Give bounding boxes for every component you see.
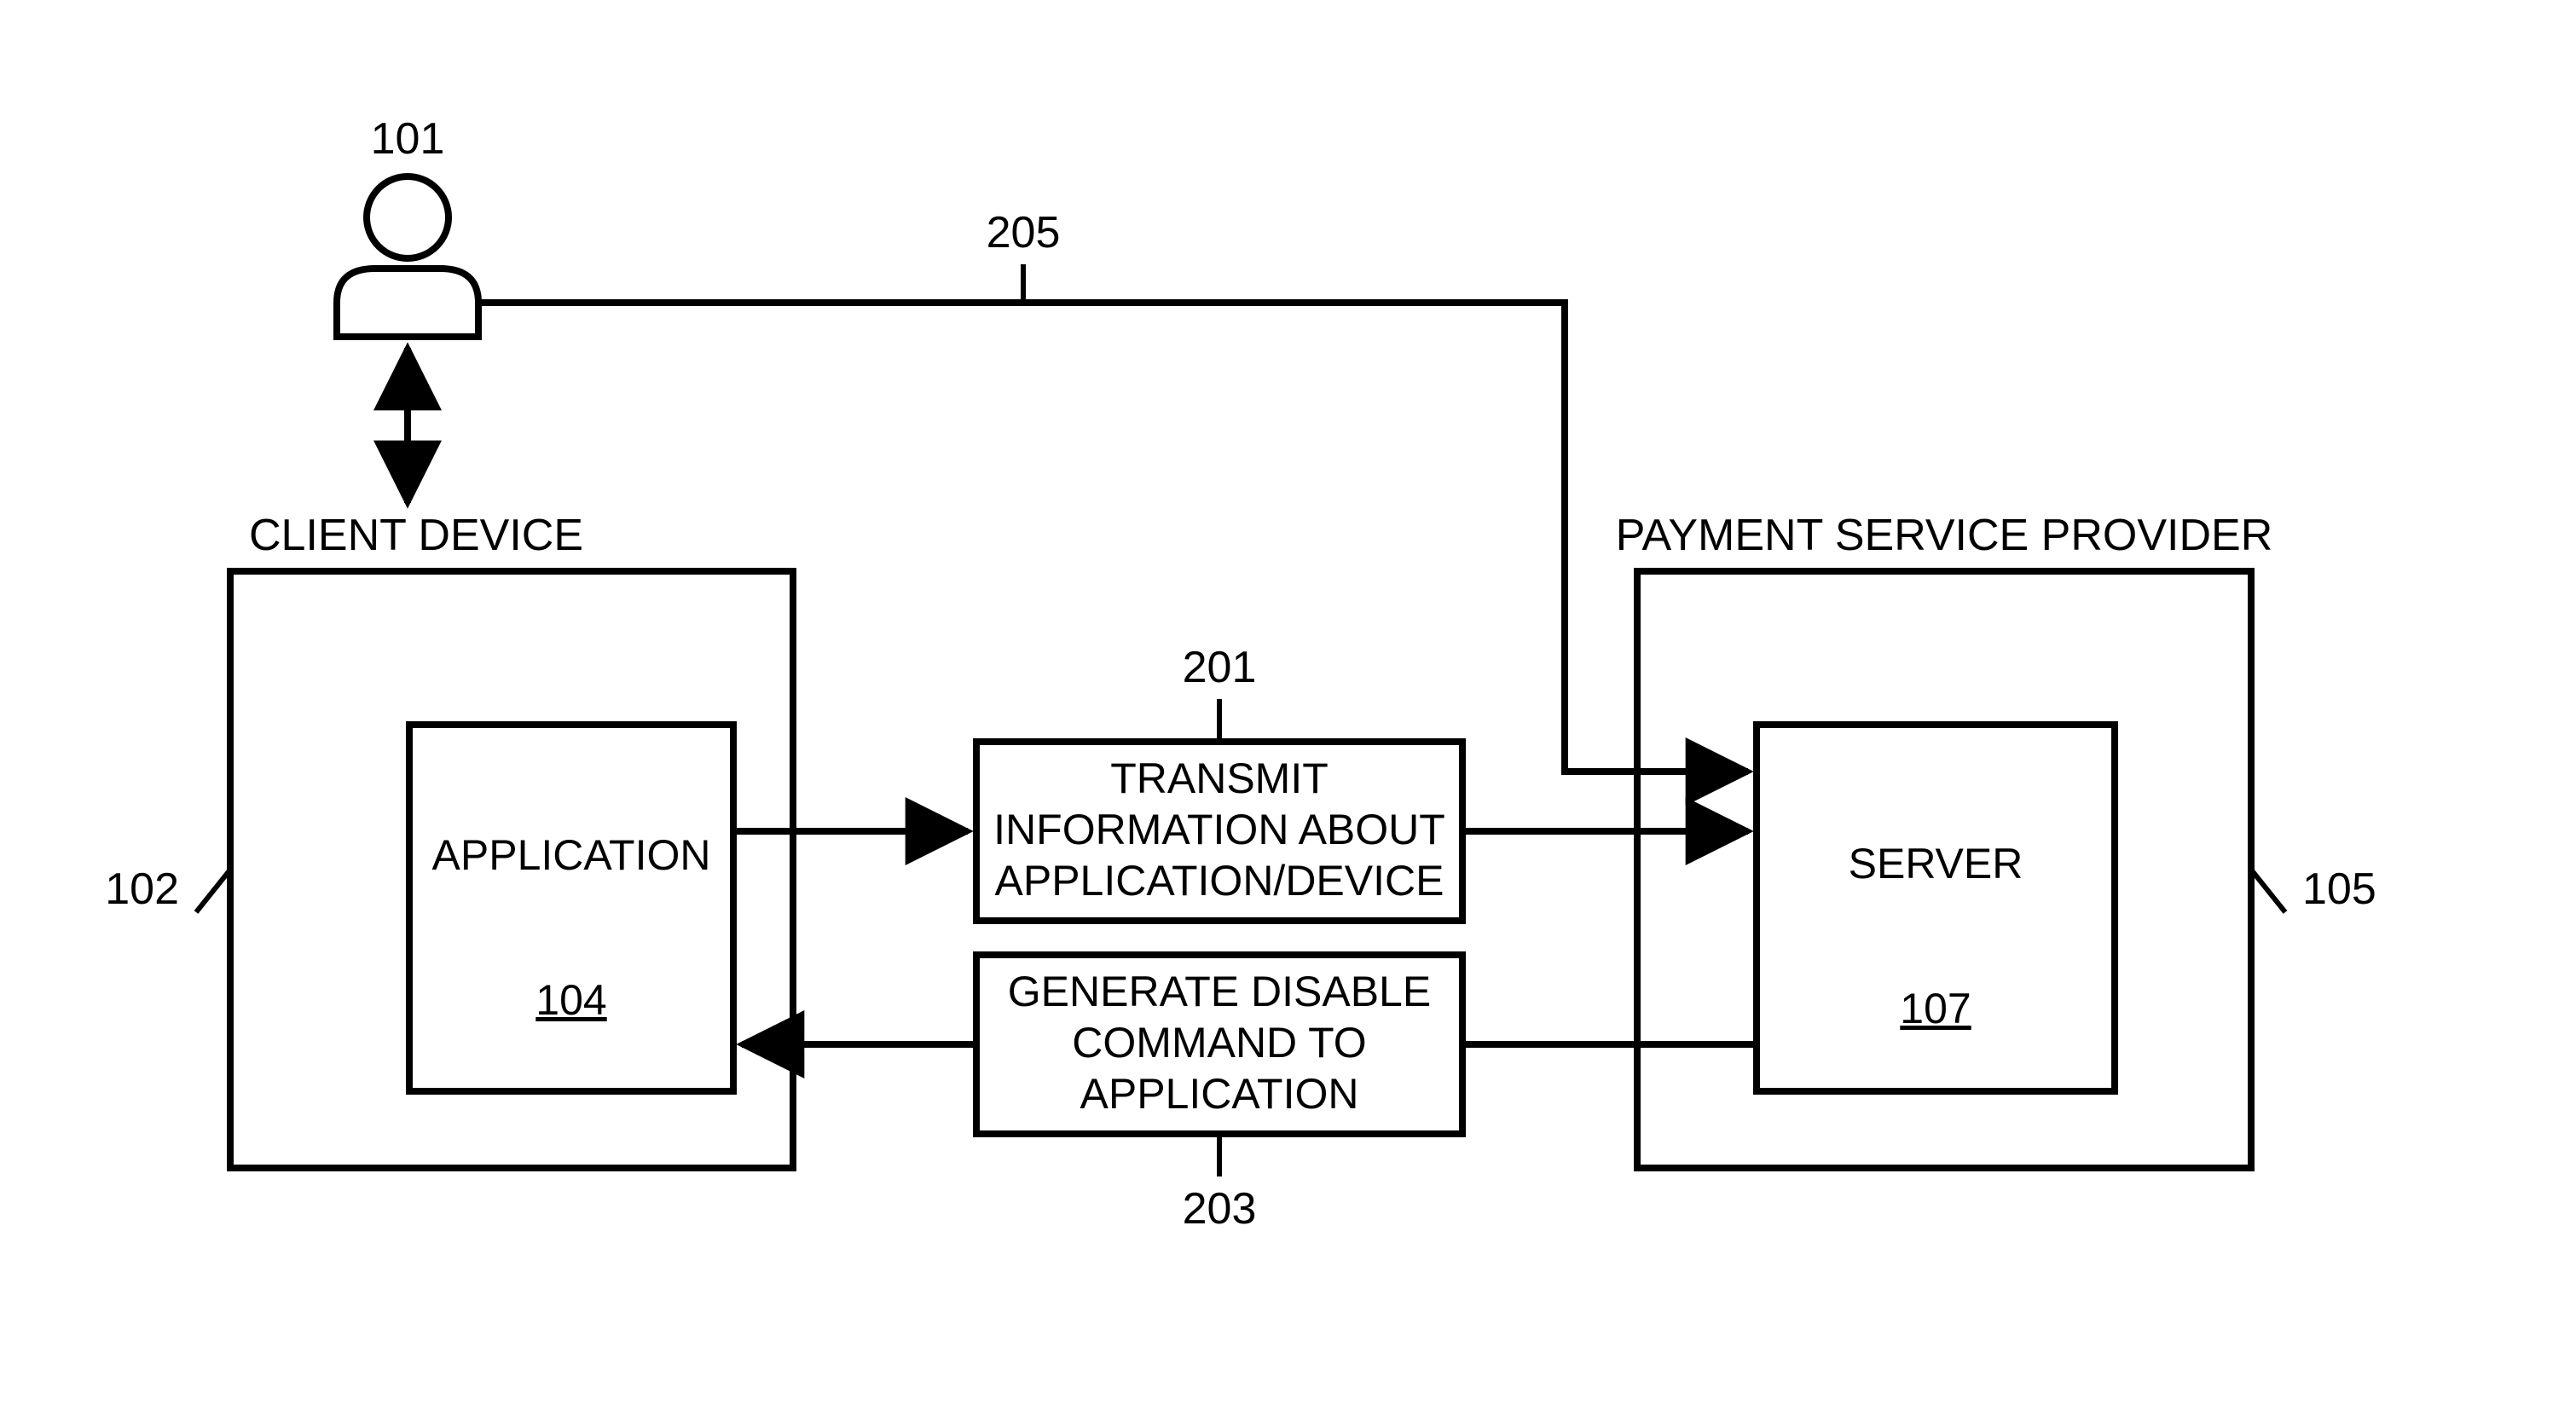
psp-title: PAYMENT SERVICE PROVIDER: [1616, 511, 2273, 560]
client-device-ref: 102: [105, 864, 179, 914]
application-label: APPLICATION: [432, 831, 711, 879]
user-to-server-ref: 205: [987, 208, 1061, 257]
psp-ref-tick: [2251, 870, 2285, 912]
user-icon: [337, 176, 478, 337]
client-device-ref-tick: [196, 870, 230, 912]
application-box: [409, 725, 733, 1091]
transmit-ref: 201: [1183, 643, 1257, 692]
user-ref: 101: [371, 114, 445, 164]
server-box: [1757, 725, 2115, 1091]
generate-line2: COMMAND TO: [1072, 1019, 1366, 1067]
psp-ref: 105: [2302, 864, 2376, 914]
transmit-line1: TRANSMIT: [1110, 754, 1329, 802]
transmit-line3: APPLICATION/DEVICE: [995, 857, 1444, 905]
application-ref: 104: [535, 976, 606, 1024]
generate-line1: GENERATE DISABLE: [1008, 968, 1431, 1015]
generate-ref: 203: [1183, 1184, 1257, 1234]
client-device-title: CLIENT DEVICE: [249, 511, 583, 560]
server-label: SERVER: [1849, 840, 2023, 887]
generate-line3: APPLICATION: [1080, 1070, 1359, 1118]
server-ref: 107: [1900, 985, 1971, 1032]
user-to-server-arrow: [478, 303, 1748, 772]
transmit-line2: INFORMATION ABOUT: [993, 806, 1445, 853]
